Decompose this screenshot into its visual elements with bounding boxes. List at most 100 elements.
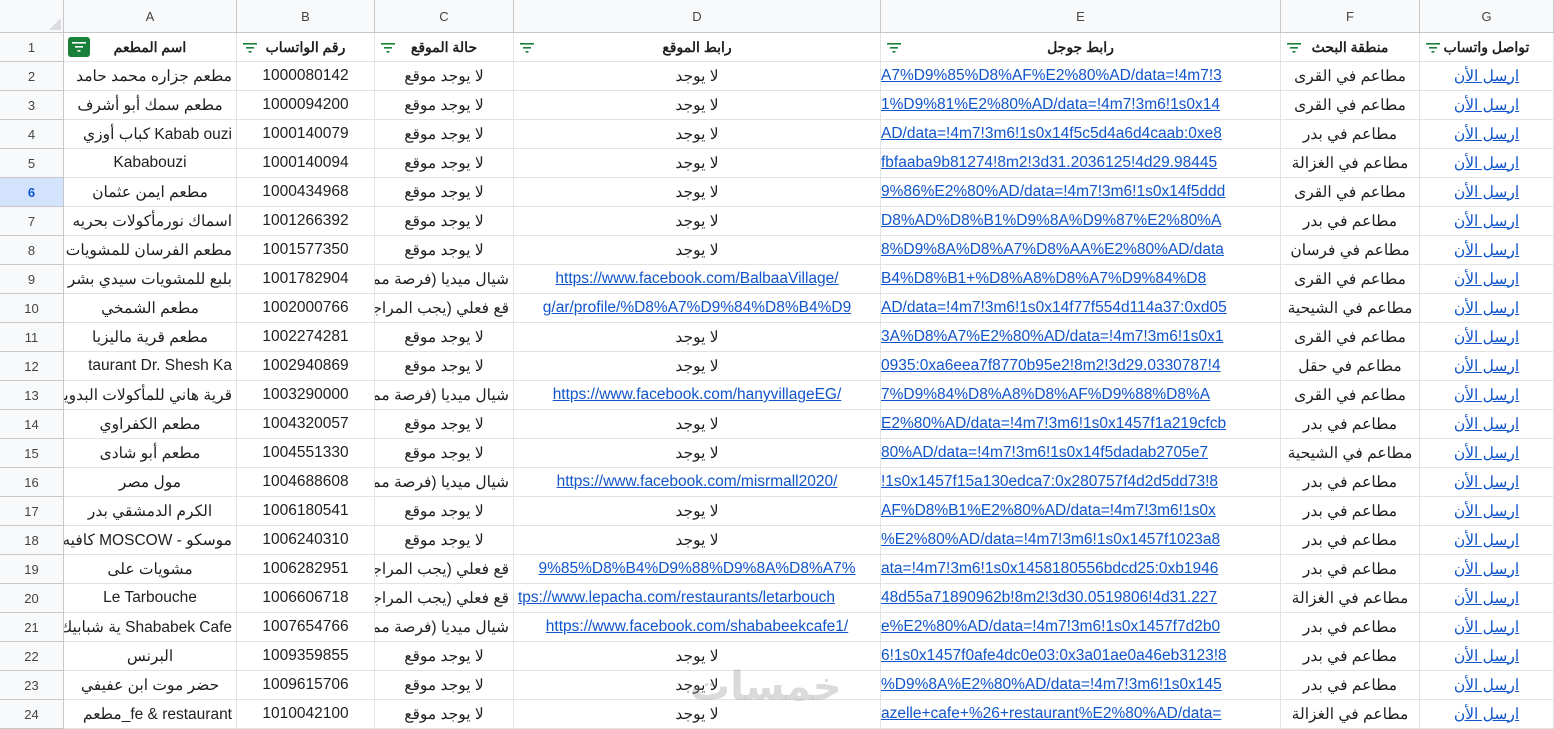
header-cell-g[interactable]: تواصل واتساب: [1420, 33, 1554, 62]
site-url-link[interactable]: https://www.facebook.com/BalbaaVillage/: [555, 270, 838, 288]
row-header[interactable]: 5: [0, 149, 64, 178]
google-link-cell[interactable]: D8%AD%D8%B1%D9%8A%D9%87%E2%80%A: [881, 207, 1281, 236]
whatsapp-cell[interactable]: ارسل الأن: [1420, 439, 1554, 468]
whatsapp-cell[interactable]: ارسل الأن: [1420, 236, 1554, 265]
google-maps-link[interactable]: %E2%80%AD/data=!4m7!3m6!1s0x1457f1023a8: [881, 531, 1220, 549]
search-area-cell[interactable]: مطاعم في الغزالة: [1281, 584, 1420, 613]
whatsapp-cell[interactable]: ارسل الأن: [1420, 671, 1554, 700]
site-status-cell[interactable]: لا يوجد موقع: [375, 62, 514, 91]
google-maps-link[interactable]: 9%86%E2%80%AD/data=!4m7!3m6!1s0x14f5ddd: [881, 183, 1225, 201]
site-status-cell[interactable]: قع فعلي (يجب المراجع: [375, 584, 514, 613]
restaurant-name-cell[interactable]: البرنس: [64, 642, 237, 671]
site-link-cell[interactable]: https://www.facebook.com/hanyvillageEG/: [514, 381, 881, 410]
site-status-cell[interactable]: قع فعلي (يجب المراجع: [375, 294, 514, 323]
search-area-cell[interactable]: مطاعم في بدر: [1281, 410, 1420, 439]
site-link-cell[interactable]: لا يوجد: [514, 236, 881, 265]
whatsapp-cell[interactable]: ارسل الأن: [1420, 91, 1554, 120]
search-area-cell[interactable]: مطاعم في بدر: [1281, 555, 1420, 584]
google-link-cell[interactable]: 7%D9%84%D8%A8%D8%AF%D9%88%D8%A: [881, 381, 1281, 410]
google-maps-link[interactable]: AD/data=!4m7!3m6!1s0x14f77f554d114a37:0x…: [881, 299, 1227, 317]
whatsapp-cell[interactable]: ارسل الأن: [1420, 207, 1554, 236]
site-status-cell[interactable]: شيال ميديا (فرصة ممتاز: [375, 613, 514, 642]
google-maps-link[interactable]: 7%D9%84%D8%A8%D8%AF%D9%88%D8%A: [881, 386, 1210, 404]
phone-cell[interactable]: 1010042100: [237, 700, 375, 729]
whatsapp-cell[interactable]: ارسل الأن: [1420, 700, 1554, 729]
google-link-cell[interactable]: AF%D8%B1%E2%80%AD/data=!4m7!3m6!1s0x: [881, 497, 1281, 526]
site-status-cell[interactable]: لا يوجد موقع: [375, 526, 514, 555]
google-link-cell[interactable]: 3A%D8%A7%E2%80%AD/data=!4m7!3m6!1s0x1: [881, 323, 1281, 352]
search-area-cell[interactable]: مطاعم في القرى: [1281, 381, 1420, 410]
site-status-cell[interactable]: لا يوجد موقع: [375, 439, 514, 468]
google-link-cell[interactable]: AD/data=!4m7!3m6!1s0x14f5c5d4a6d4caab:0x…: [881, 120, 1281, 149]
filter-icon[interactable]: [887, 42, 901, 54]
phone-cell[interactable]: 1004551330: [237, 439, 375, 468]
site-link-cell[interactable]: لا يوجد: [514, 120, 881, 149]
row-header[interactable]: 13: [0, 381, 64, 410]
site-status-cell[interactable]: لا يوجد موقع: [375, 207, 514, 236]
search-area-cell[interactable]: مطاعم في القرى: [1281, 178, 1420, 207]
google-maps-link[interactable]: ata=!4m7!3m6!1s0x1458180556bdcd25:0xb194…: [881, 560, 1218, 578]
row-header[interactable]: 19: [0, 555, 64, 584]
google-link-cell[interactable]: 0935:0xa6eea7f8770b95e2!8m2!3d29.0330787…: [881, 352, 1281, 381]
site-link-cell[interactable]: https://www.facebook.com/misrmall2020/: [514, 468, 881, 497]
row-header[interactable]: 14: [0, 410, 64, 439]
search-area-cell[interactable]: مطاعم في الغزالة: [1281, 700, 1420, 729]
phone-cell[interactable]: 1007654766: [237, 613, 375, 642]
google-maps-link[interactable]: A7%D9%85%D8%AF%E2%80%AD/data=!4m7!3: [881, 67, 1222, 85]
whatsapp-send-link[interactable]: ارسل الأن: [1454, 415, 1519, 434]
phone-cell[interactable]: 1000080142: [237, 62, 375, 91]
column-header-e[interactable]: E: [881, 0, 1281, 33]
restaurant-name-cell[interactable]: الكرم الدمشقي بدر: [64, 497, 237, 526]
site-status-cell[interactable]: لا يوجد موقع: [375, 497, 514, 526]
site-status-cell[interactable]: لا يوجد موقع: [375, 178, 514, 207]
google-maps-link[interactable]: 80%AD/data=!4m7!3m6!1s0x14f5dadab2705e7: [881, 444, 1208, 462]
whatsapp-send-link[interactable]: ارسل الأن: [1454, 299, 1519, 318]
row-header[interactable]: 18: [0, 526, 64, 555]
search-area-cell[interactable]: مطاعم في الغزالة: [1281, 149, 1420, 178]
phone-cell[interactable]: 1002000766: [237, 294, 375, 323]
google-link-cell[interactable]: AD/data=!4m7!3m6!1s0x14f77f554d114a37:0x…: [881, 294, 1281, 323]
site-status-cell[interactable]: لا يوجد موقع: [375, 323, 514, 352]
google-link-cell[interactable]: 6!1s0x1457f0afe4dc0e03:0x3a01ae0a46eb312…: [881, 642, 1281, 671]
header-cell-e[interactable]: رابط جوجل: [881, 33, 1281, 62]
whatsapp-cell[interactable]: ارسل الأن: [1420, 497, 1554, 526]
whatsapp-send-link[interactable]: ارسل الأن: [1454, 647, 1519, 666]
whatsapp-send-link[interactable]: ارسل الأن: [1454, 473, 1519, 492]
header-cell-f[interactable]: منطقة البحث: [1281, 33, 1420, 62]
whatsapp-send-link[interactable]: ارسل الأن: [1454, 328, 1519, 347]
site-status-cell[interactable]: شيال ميديا (فرصة ممتاز: [375, 468, 514, 497]
restaurant-name-cell[interactable]: Kababouzi: [64, 149, 237, 178]
whatsapp-send-link[interactable]: ارسل الأن: [1454, 560, 1519, 579]
google-link-cell[interactable]: 1%D9%81%E2%80%AD/data=!4m7!3m6!1s0x14: [881, 91, 1281, 120]
google-link-cell[interactable]: B4%D8%B1+%D8%A8%D8%A7%D9%84%D8: [881, 265, 1281, 294]
whatsapp-send-link[interactable]: ارسل الأن: [1454, 444, 1519, 463]
phone-cell[interactable]: 1009359855: [237, 642, 375, 671]
site-link-cell[interactable]: لا يوجد: [514, 439, 881, 468]
row-header[interactable]: 9: [0, 265, 64, 294]
google-maps-link[interactable]: e%E2%80%AD/data=!4m7!3m6!1s0x1457f7d2b0: [881, 618, 1220, 636]
google-maps-link[interactable]: azelle+cafe+%26+restaurant%E2%80%AD/data…: [881, 705, 1221, 723]
phone-cell[interactable]: 1000434968: [237, 178, 375, 207]
row-header[interactable]: 24: [0, 700, 64, 729]
row-header[interactable]: 2: [0, 62, 64, 91]
whatsapp-send-link[interactable]: ارسل الأن: [1454, 357, 1519, 376]
site-link-cell[interactable]: g/ar/profile/%D8%A7%D9%84%D8%B4%D9: [514, 294, 881, 323]
google-link-cell[interactable]: 80%AD/data=!4m7!3m6!1s0x14f5dadab2705e7: [881, 439, 1281, 468]
phone-cell[interactable]: 1001782904: [237, 265, 375, 294]
whatsapp-cell[interactable]: ارسل الأن: [1420, 62, 1554, 91]
google-maps-link[interactable]: 8%D9%8A%D8%A7%D8%AA%E2%80%AD/data: [881, 241, 1224, 259]
whatsapp-cell[interactable]: ارسل الأن: [1420, 468, 1554, 497]
whatsapp-cell[interactable]: ارسل الأن: [1420, 352, 1554, 381]
column-header-a[interactable]: A: [64, 0, 237, 33]
restaurant-name-cell[interactable]: حضر موت ابن عفيفي: [64, 671, 237, 700]
site-status-cell[interactable]: لا يوجد موقع: [375, 642, 514, 671]
whatsapp-cell[interactable]: ارسل الأن: [1420, 381, 1554, 410]
google-link-cell[interactable]: ata=!4m7!3m6!1s0x1458180556bdcd25:0xb194…: [881, 555, 1281, 584]
google-link-cell[interactable]: A7%D9%85%D8%AF%E2%80%AD/data=!4m7!3: [881, 62, 1281, 91]
site-status-cell[interactable]: لا يوجد موقع: [375, 120, 514, 149]
google-link-cell[interactable]: e%E2%80%AD/data=!4m7!3m6!1s0x1457f7d2b0: [881, 613, 1281, 642]
whatsapp-send-link[interactable]: ارسل الأن: [1454, 154, 1519, 173]
row-header[interactable]: 3: [0, 91, 64, 120]
filter-icon[interactable]: [68, 37, 90, 57]
whatsapp-cell[interactable]: ارسل الأن: [1420, 323, 1554, 352]
